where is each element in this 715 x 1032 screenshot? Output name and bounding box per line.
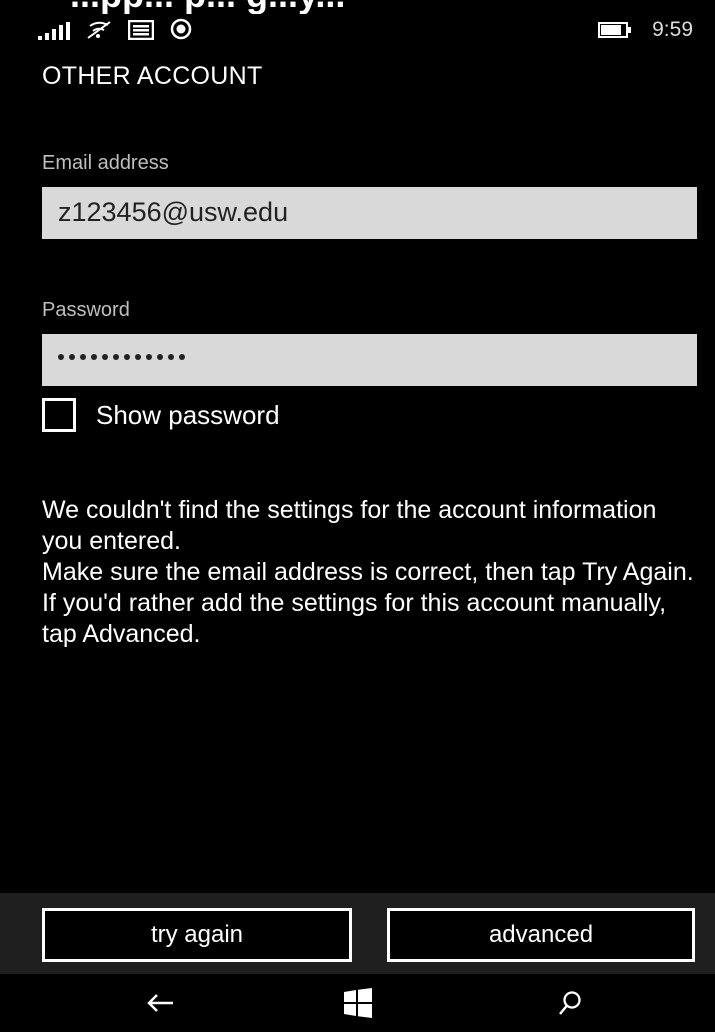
try-again-button[interactable]: try again [42, 908, 352, 962]
password-mask [58, 354, 185, 360]
password-dot [80, 354, 86, 360]
password-dot [91, 354, 97, 360]
password-dot [69, 354, 75, 360]
app-bar: try again advanced [0, 893, 715, 974]
show-password-label: Show password [96, 399, 280, 430]
advanced-button[interactable]: advanced [387, 908, 695, 962]
email-field[interactable]: z123456@usw.edu [42, 187, 697, 239]
email-value: z123456@usw.edu [58, 197, 289, 227]
battery-icon [598, 21, 632, 39]
status-bar: 9:59 [0, 12, 715, 52]
password-dot [135, 354, 141, 360]
page-title: OTHER ACCOUNT [42, 62, 263, 90]
back-arrow-icon[interactable] [120, 974, 200, 1032]
signal-icon [38, 22, 70, 40]
password-dot [113, 354, 119, 360]
search-icon[interactable] [530, 974, 610, 1032]
password-dot [102, 354, 108, 360]
password-field[interactable] [42, 334, 697, 386]
password-dot [58, 354, 64, 360]
email-label: Email address [42, 152, 169, 174]
location-icon [170, 18, 192, 40]
message-icon [128, 20, 154, 40]
password-dot [157, 354, 163, 360]
clock: 9:59 [652, 18, 693, 41]
windows-start-icon[interactable] [318, 974, 398, 1032]
show-password-checkbox[interactable] [42, 398, 76, 432]
error-message-line-2: Make sure the email address is correct, … [42, 558, 694, 648]
password-dot [124, 354, 130, 360]
error-message-line-1: We couldn't find the settings for the ac… [42, 496, 657, 555]
password-label: Password [42, 299, 130, 321]
error-message: We couldn't find the settings for the ac… [42, 495, 702, 650]
password-dot [146, 354, 152, 360]
password-dot [168, 354, 174, 360]
password-dot [179, 354, 185, 360]
show-password-row[interactable]: Show password [42, 398, 280, 432]
wifi-icon [86, 20, 112, 40]
navigation-bar [0, 974, 715, 1032]
